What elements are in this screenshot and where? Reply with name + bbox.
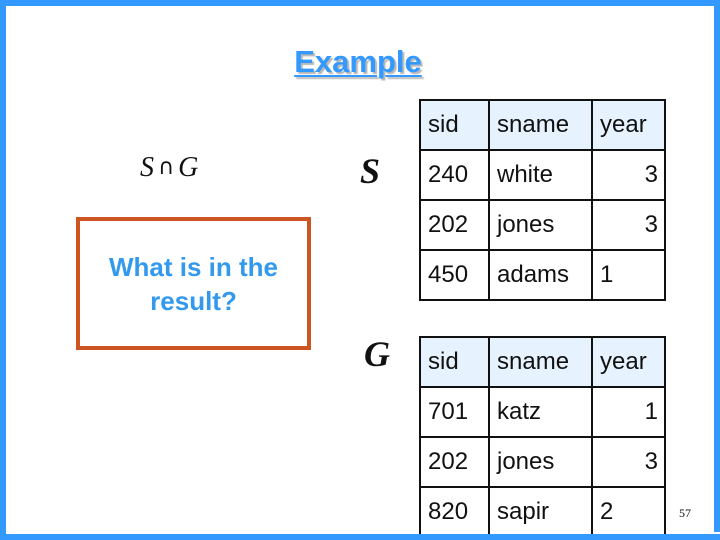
column-header-year: year <box>591 99 666 151</box>
column-header-sid: sid <box>419 336 490 388</box>
intersection-formula: S ∩ G <box>140 152 198 184</box>
intersection-operator: ∩ <box>158 155 175 180</box>
slide-frame-top <box>0 0 720 6</box>
cell-year: 3 <box>591 149 666 201</box>
cell-sid: 202 <box>419 436 490 488</box>
column-header-sid: sid <box>419 99 490 151</box>
table-row: 450 adams 1 <box>419 249 666 301</box>
cell-sname: jones <box>488 199 593 251</box>
slide-frame-bottom <box>0 534 720 540</box>
relation-label-g: G <box>364 334 390 374</box>
question-box: What is in the result? <box>76 217 311 350</box>
cell-sname: jones <box>488 436 593 488</box>
table-row: 202 jones 3 <box>419 436 666 488</box>
cell-sname: katz <box>488 386 593 438</box>
cell-sname: adams <box>488 249 593 301</box>
table-header-row: sid sname year <box>419 336 666 388</box>
cell-sid: 202 <box>419 199 490 251</box>
cell-year: 1 <box>591 249 666 301</box>
table-row: 240 white 3 <box>419 149 666 201</box>
cell-sid: 450 <box>419 249 490 301</box>
cell-year: 1 <box>591 386 666 438</box>
relation-label-s: S <box>360 151 381 191</box>
relation-table-s: sid sname year 240 white 3 202 jones 3 4… <box>419 99 666 301</box>
cell-year: 3 <box>591 436 666 488</box>
slide-frame-left <box>0 0 6 540</box>
table-row: 202 jones 3 <box>419 199 666 251</box>
page-number: 57 <box>679 506 691 520</box>
table-row: 701 katz 1 <box>419 386 666 438</box>
table-row: 820 sapir 2 <box>419 486 666 538</box>
cell-sid: 701 <box>419 386 490 438</box>
cell-sname: sapir <box>488 486 593 538</box>
cell-year: 2 <box>591 486 666 538</box>
cell-sname: white <box>488 149 593 201</box>
slide: Example S ∩ G What is in the result? S sid… <box>0 0 720 540</box>
column-header-sname: sname <box>488 99 593 151</box>
cell-sid: 820 <box>419 486 490 538</box>
formula-left-operand: S <box>140 152 154 183</box>
question-text: What is in the result? <box>109 251 278 316</box>
formula-right-operand: G <box>178 152 199 183</box>
cell-year: 3 <box>591 199 666 251</box>
relation-table-g: sid sname year 701 katz 1 202 jones 3 82… <box>419 336 666 538</box>
cell-sid: 240 <box>419 149 490 201</box>
table-header-row: sid sname year <box>419 99 666 151</box>
column-header-sname: sname <box>488 336 593 388</box>
column-header-year: year <box>591 336 666 388</box>
slide-title: Example <box>294 44 422 79</box>
slide-frame-right <box>714 0 720 532</box>
